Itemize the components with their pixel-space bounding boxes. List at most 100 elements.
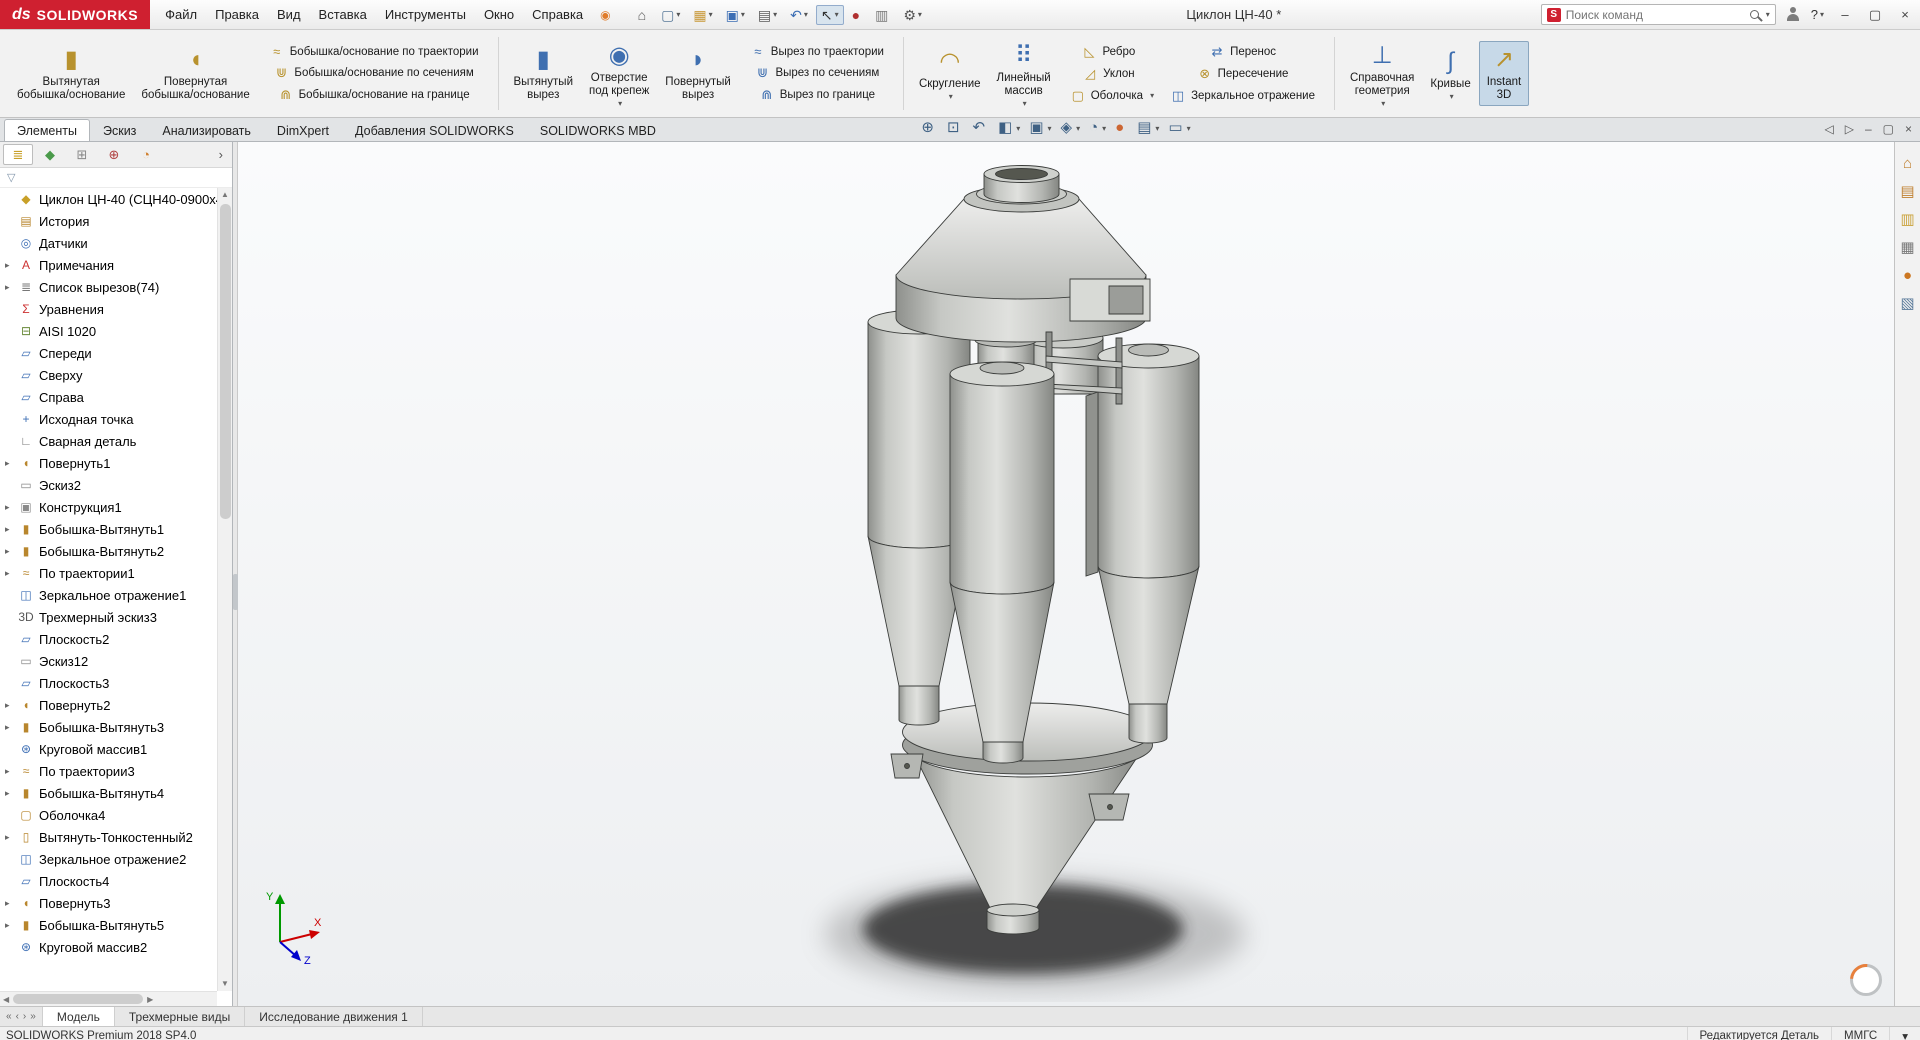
new-document-button[interactable]: ▢ ▾ [656,5,685,25]
reference-geometry-button[interactable]: ⊥ Справочная геометрия ▾ [1342,37,1422,111]
scroll-last-button[interactable]: » [30,1011,36,1022]
feature-tree-item[interactable]: ▱ Справа [0,386,217,408]
feature-tree-item[interactable]: ▭ Эскиз12 [0,650,217,672]
compass-button[interactable] [1850,964,1882,996]
feature-tree-item[interactable]: ▸ ▮ Бобышка-Вытянуть5 [0,914,217,936]
feature-tree-item[interactable]: ⊛ Круговой массив1 [0,738,217,760]
feature-tree-item[interactable]: ▸ ≈ По траектории3 [0,760,217,782]
save-button[interactable]: ▣ ▾ [721,5,750,25]
expand-arrow-icon[interactable]: ▸ [5,722,17,733]
feature-tree-item[interactable]: ⊟ AISI 1020 [0,320,217,342]
mirror-button[interactable]: ◫ Зеркальное отражение [1165,86,1327,106]
appearances-tab[interactable]: ● [1903,268,1912,284]
display-style-button[interactable]: ◈ ▾ [1061,120,1081,136]
swept-cut-button[interactable]: ≈ Вырез по траектории [745,42,896,61]
menu-item[interactable]: Окно [475,3,523,26]
hide-show-items-button[interactable]: ◔ ▾ [1089,120,1106,136]
scroll-prev-button[interactable]: ‹ [16,1011,19,1022]
scroll-up-icon[interactable]: ▲ [221,188,229,202]
resources-tab[interactable]: ⌂ [1903,156,1912,172]
expand-arrow-icon[interactable]: ▸ [5,546,17,557]
options-button[interactable]: ⚙ ▾ [898,5,927,25]
expand-arrow-icon[interactable]: ▸ [5,282,17,293]
menu-item[interactable]: Инструменты [376,3,475,26]
command-tab[interactable]: SOLIDWORKS MBD [527,119,669,141]
instant-3d-button[interactable]: ↗ Instant 3D [1479,41,1530,106]
command-tab[interactable]: DimXpert [264,119,342,141]
expand-arrow-icon[interactable]: ▸ [5,788,17,799]
command-tab[interactable]: Эскиз [90,119,149,141]
feature-tree-item[interactable]: ◫ Зеркальное отражение1 [0,584,217,606]
expand-arrow-icon[interactable]: ▸ [5,458,17,469]
scroll-next-button[interactable]: › [23,1011,26,1022]
fillet-button[interactable]: ◠ Скругление ▾ [911,43,989,104]
feature-tree-item[interactable]: ▢ Оболочка4 [0,804,217,826]
search-dropdown-caret[interactable]: ▾ [1766,10,1770,19]
curves-button[interactable]: ∫ Кривые ▾ [1422,43,1478,104]
restore-window-button[interactable]: ▢ [1883,121,1894,137]
pin-menu-icon[interactable]: ◉ [600,8,610,22]
feature-tree-item[interactable]: ▸ ▮ Бобышка-Вытянуть4 [0,782,217,804]
scroll-left-icon[interactable]: ◀ [3,995,9,1004]
units[interactable]: ММГС [1831,1027,1889,1040]
feature-tree-item[interactable]: ▱ Плоскость3 [0,672,217,694]
shell-button[interactable]: ▢ Оболочка ▾ [1065,86,1159,106]
undo-button[interactable]: ↶ ▾ [785,5,813,25]
configurationmanager-tab[interactable]: ⊞ [67,144,97,165]
extruded-boss-button[interactable]: ▮ Вытянутая бобышка/основание [9,41,133,106]
close-button[interactable]: × [1890,0,1920,29]
intersect-button[interactable]: ⊗ Пересечение [1192,64,1301,84]
view-orientation-button[interactable]: ▣ ▾ [1029,120,1051,136]
filter-icon[interactable]: ▽ [7,171,15,184]
previous-view-button[interactable]: ↶ [973,120,990,136]
feature-tree-item[interactable]: ⊛ Круговой массив2 [0,936,217,958]
edit-appearance-button[interactable]: ● [1115,120,1128,136]
menu-item[interactable]: Вставка [310,3,376,26]
cyclone-model[interactable] [701,142,1341,1002]
graphics-viewport[interactable]: Y X Z [238,142,1894,1006]
restore-button[interactable]: ▢ [1860,0,1890,29]
feature-tree-item[interactable]: ▸ ▮ Бобышка-Вытянуть2 [0,540,217,562]
revolved-boss-button[interactable]: ◖ Повернутая бобышка/основание [133,41,257,106]
expand-arrow-icon[interactable]: ▸ [5,898,17,909]
scroll-right-icon[interactable]: ▶ [147,995,153,1004]
feature-tree-item[interactable]: ▭ Эскиз2 [0,474,217,496]
open-button[interactable]: ▦ ▾ [688,5,717,25]
feature-tree-item[interactable]: ∟ Сварная деталь [0,430,217,452]
tree-vertical-scrollbar[interactable]: ▲ ▼ [217,188,232,991]
command-tab[interactable]: Элементы [4,119,90,141]
expand-arrow-icon[interactable]: ▸ [5,700,17,711]
linear-pattern-button[interactable]: ⠿ Линейный массив ▾ [989,37,1059,111]
expand-arrow-icon[interactable]: ▸ [5,766,17,777]
feature-tree-item[interactable]: ▸ ◖ Повернуть3 [0,892,217,914]
document-tab[interactable]: Трехмерные виды [115,1007,245,1026]
view-palette-tab[interactable]: ▦ [1900,240,1914,256]
scroll-thumb[interactable] [13,994,143,1004]
displaymanager-tab[interactable]: ◔ [131,144,161,165]
panel-expand-chevron[interactable]: › [213,147,229,162]
swept-boss-button[interactable]: ≈ Бобышка/основание по траектории [264,42,491,61]
select-button[interactable]: ↖ ▾ [816,5,844,25]
boundary-boss-button[interactable]: ⋒ Бобышка/основание на границе [273,85,482,105]
document-tab[interactable]: Исследование движения 1 [245,1007,423,1026]
revolved-cut-button[interactable]: ◗ Повернутый вырез [657,41,739,106]
feature-tree-item[interactable]: ▱ Сверху [0,364,217,386]
draft-button[interactable]: ◿ Уклон [1077,64,1147,84]
feature-tree-item[interactable]: ▸ ▮ Бобышка-Вытянуть3 [0,716,217,738]
feature-tree-item[interactable]: ▸ A Примечания [0,254,217,276]
previous-window-button[interactable]: ◁ [1824,121,1833,137]
minimize-button[interactable]: – [1830,0,1860,29]
feature-tree-item[interactable]: ◎ Датчики [0,232,217,254]
featuremanager-tab[interactable]: ≣ [3,144,33,165]
dimxpertmanager-tab[interactable]: ⊕ [99,144,129,165]
command-tab[interactable]: Добавления SOLIDWORKS [342,119,527,141]
command-tab[interactable]: Анализировать [149,119,264,141]
view-settings-button[interactable]: ▭ ▾ [1168,120,1190,136]
search-icon[interactable] [1750,10,1759,19]
feature-tree-item[interactable]: ▸ ▯ Вытянуть-Тонкостенный2 [0,826,217,848]
feature-tree-item[interactable]: ▸ ▣ Конструкция1 [0,496,217,518]
user-account-icon[interactable] [1786,7,1801,22]
feature-tree-item[interactable]: ▱ Плоскость2 [0,628,217,650]
feature-tree-item[interactable]: ▱ Спереди [0,342,217,364]
menu-item[interactable]: Правка [206,3,268,26]
